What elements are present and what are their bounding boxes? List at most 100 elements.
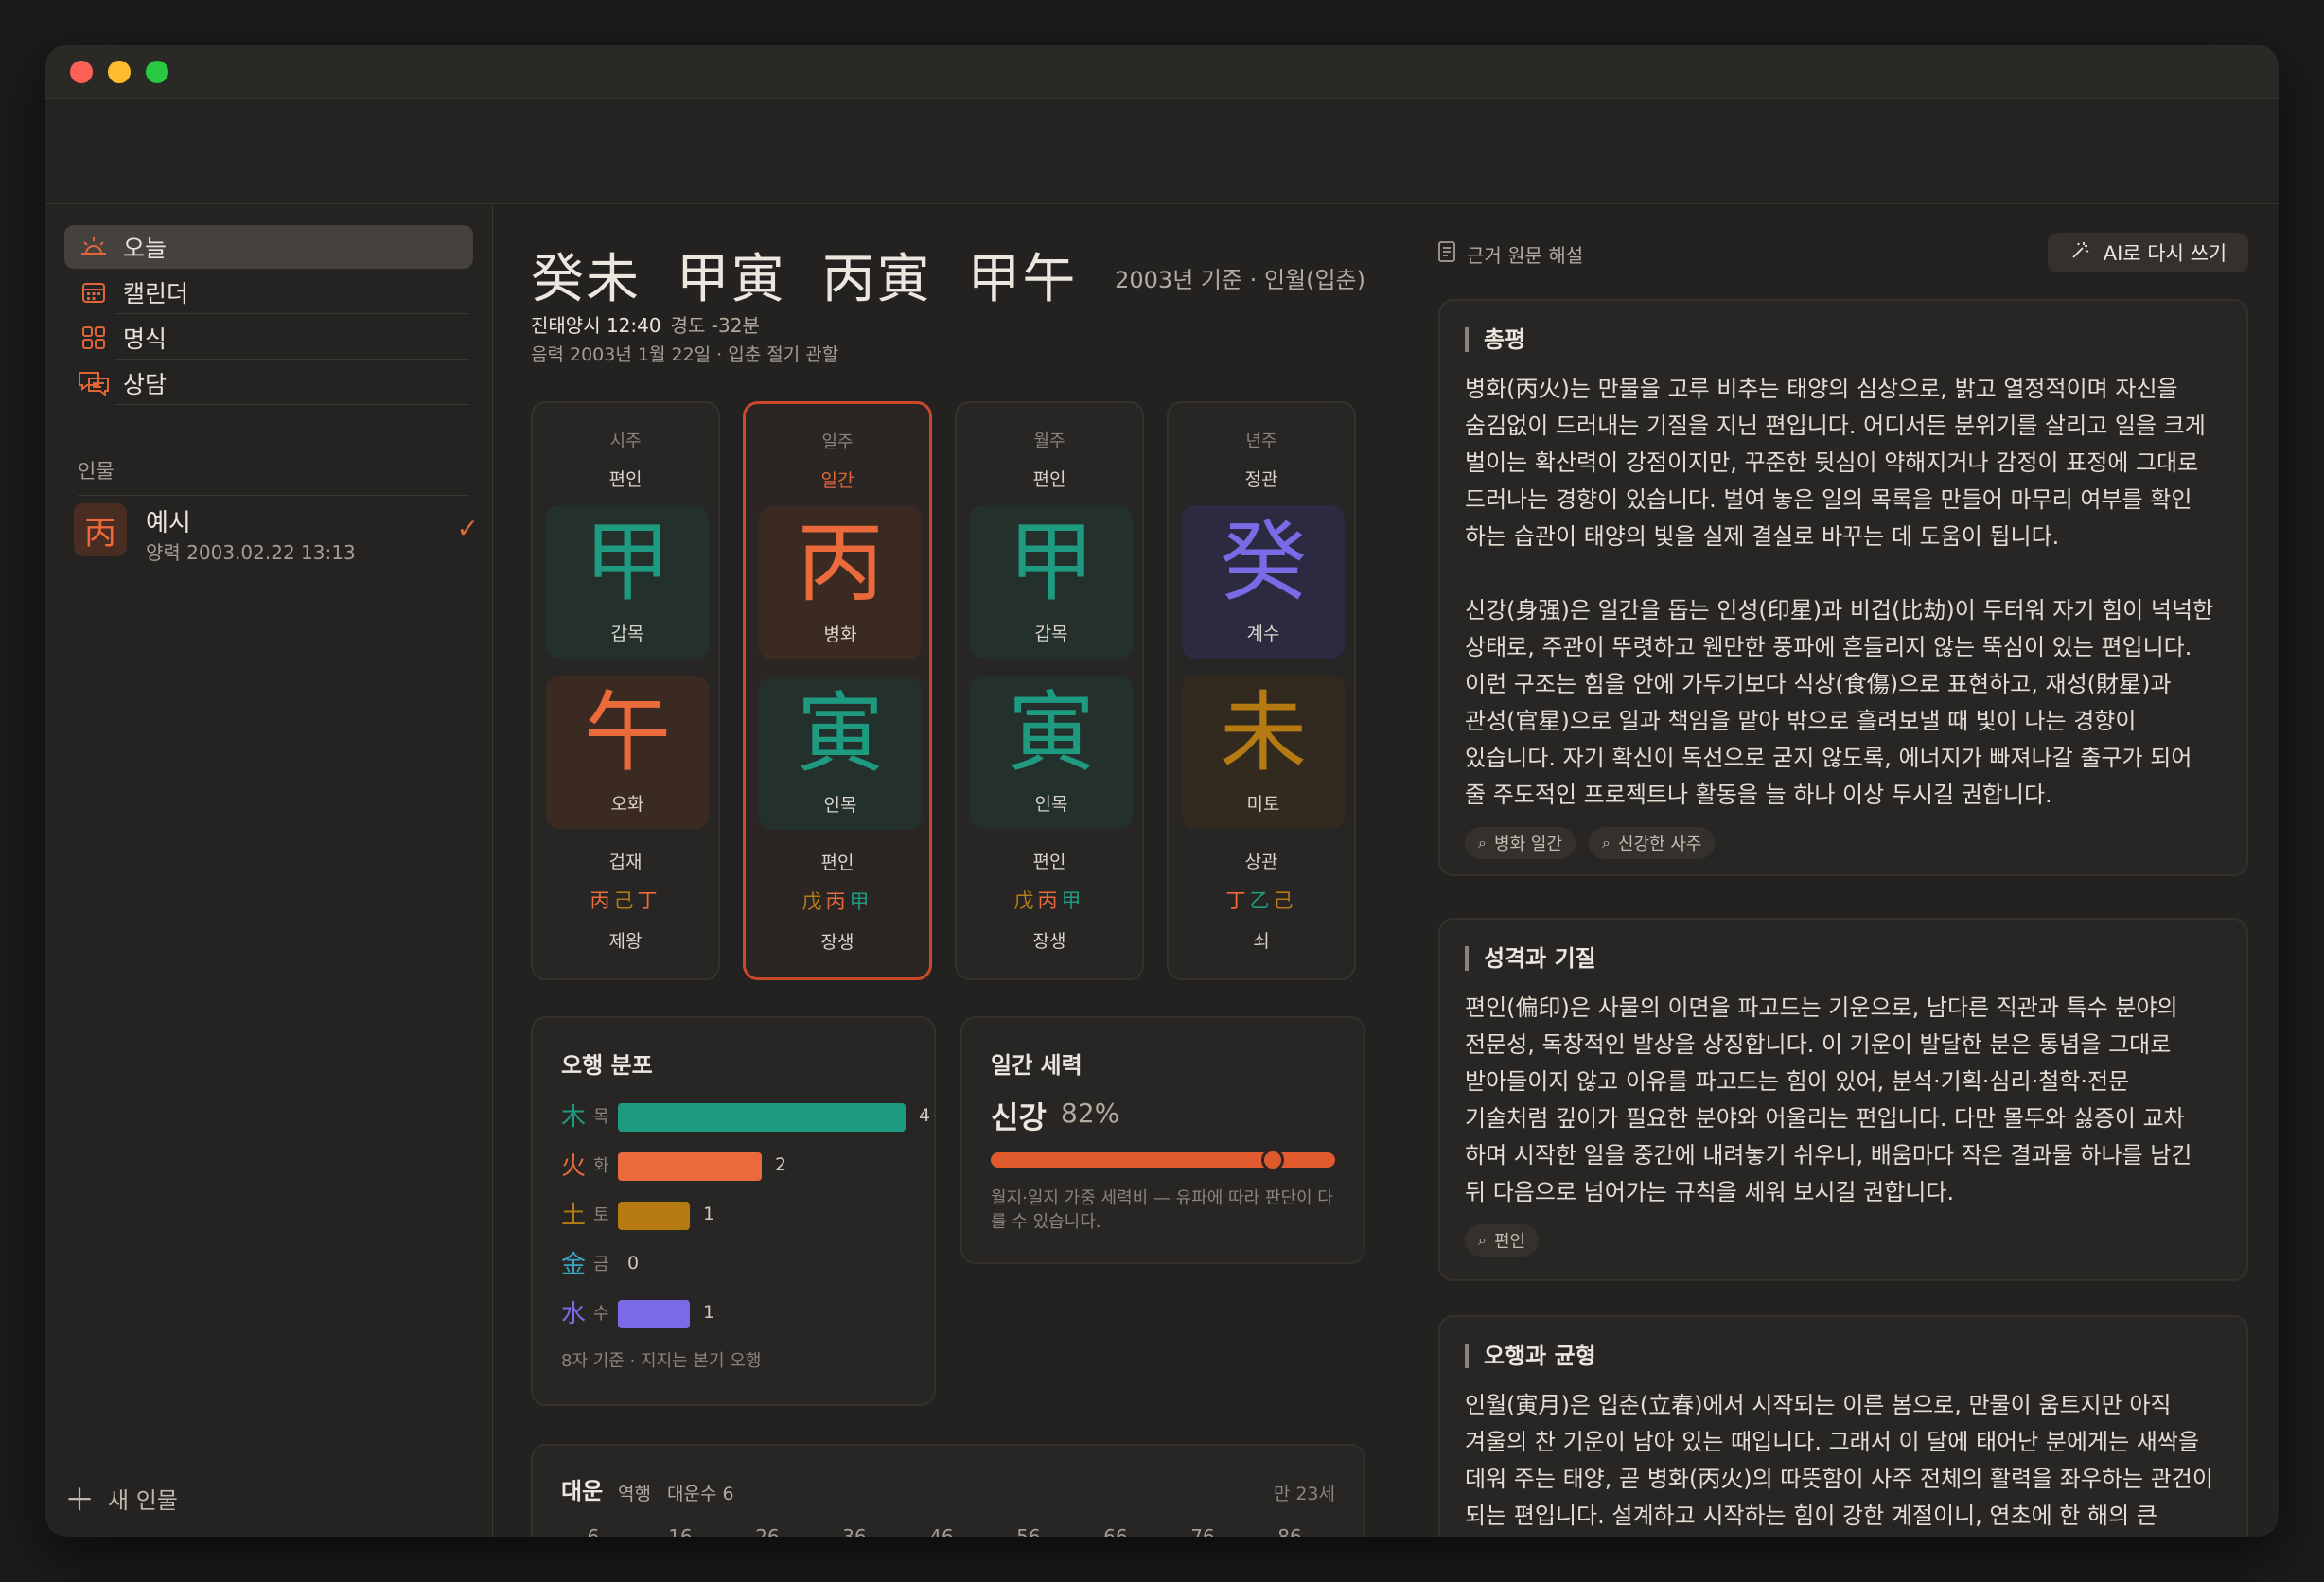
tag-list: ⌕ 편인 bbox=[1465, 1224, 1540, 1257]
solar-time-info: 진태양시 12:40 경도 -32분 bbox=[531, 310, 760, 338]
pillar-position: 년주 bbox=[1245, 431, 1277, 451]
new-person-button[interactable]: ＋ 새 인물 bbox=[64, 1476, 178, 1520]
tag-label: 편인 bbox=[1493, 1232, 1526, 1252]
pillar-position: 일주 bbox=[821, 432, 854, 452]
interpretation-section: 오행과 균형 인월(寅月)은 입춘(立春)에서 시작되는 이른 봄으로, 만물이… bbox=[1438, 1315, 2248, 1537]
search-icon: ⌕ bbox=[1478, 834, 1487, 852]
stem-hanja: 甲 bbox=[583, 512, 671, 613]
ohaeng-title: 오행 분포 bbox=[561, 1052, 653, 1079]
hidden-stem: 戊 bbox=[1013, 889, 1038, 912]
hidden-stem: 丁 bbox=[1225, 889, 1250, 912]
interpretation-section: 성격과 기질 편인(偏印)은 사물의 이면을 파고드는 기운으로, 남다른 직관… bbox=[1438, 918, 2248, 1281]
hidden-stem: 己 bbox=[1273, 889, 1297, 912]
pillar-stem-god: 정관 bbox=[1244, 469, 1278, 490]
longitude: 경도 -32분 bbox=[670, 314, 760, 337]
element-hanja: 土 bbox=[561, 1202, 587, 1230]
stem-hanja: 甲 bbox=[1007, 512, 1095, 613]
sidebar-item-consult[interactable]: 상담 bbox=[64, 361, 473, 405]
daeun-direction: 역행 bbox=[618, 1484, 651, 1504]
sidebar-item-calendar[interactable]: 캘린더 bbox=[64, 271, 473, 314]
sidebar-item-myeongsik[interactable]: 명식 bbox=[64, 316, 473, 360]
element-bar bbox=[618, 1152, 762, 1181]
hidden-stem: 丙 bbox=[825, 890, 850, 913]
element-count: 1 bbox=[703, 1302, 715, 1323]
close-window-button[interactable] bbox=[70, 61, 93, 83]
daeun-age-label: 66 bbox=[1103, 1525, 1128, 1537]
checkmark-icon: ✓ bbox=[456, 513, 479, 544]
reference-tag[interactable]: ⌕ 편인 bbox=[1465, 1224, 1540, 1257]
section-title: 오행과 균형 bbox=[1465, 1344, 1596, 1368]
branch-hanja: 寅 bbox=[796, 683, 884, 784]
element-bar bbox=[618, 1103, 906, 1132]
twelve-stage: 장생 bbox=[1032, 931, 1066, 952]
stem-reading: 계수 bbox=[1246, 624, 1280, 644]
element-bar-row: 火 화 2 bbox=[561, 1147, 959, 1181]
daeun-age-label: 16 bbox=[668, 1525, 693, 1537]
lunar-date-info: 음력 2003년 1월 22일 · 입춘 절기 관할 bbox=[531, 344, 839, 365]
zoom-window-button[interactable] bbox=[146, 61, 168, 83]
search-icon: ⌕ bbox=[1601, 834, 1611, 852]
document-icon bbox=[1438, 241, 1455, 267]
element-label: 금 bbox=[593, 1255, 609, 1274]
hidden-stems: 戊丙甲 bbox=[957, 886, 1142, 914]
twelve-stage: 제왕 bbox=[608, 931, 643, 952]
element-bar-row: 水 수 1 bbox=[561, 1294, 959, 1328]
search-icon: ⌕ bbox=[1478, 1231, 1487, 1249]
minimize-window-button[interactable] bbox=[108, 61, 131, 83]
twelve-stage: 장생 bbox=[820, 932, 854, 953]
pillar-card[interactable]: 일주 일간 丙 병화 寅 인목 편인 戊丙甲 장생 bbox=[743, 401, 932, 980]
panel-header: 근거 원문 해설 bbox=[1438, 240, 1583, 268]
reference-tag[interactable]: ⌕ 신강한 사주 bbox=[1588, 827, 1716, 859]
magic-wand-icon bbox=[2069, 240, 2090, 266]
solar-time: 진태양시 12:40 bbox=[531, 314, 661, 337]
hidden-stem: 甲 bbox=[849, 890, 873, 913]
new-person-label: 새 인물 bbox=[108, 1486, 178, 1514]
reference-tag[interactable]: ⌕ 병화 일간 bbox=[1465, 827, 1576, 859]
element-hanja: 火 bbox=[561, 1152, 587, 1181]
element-label: 수 bbox=[593, 1304, 609, 1324]
strength-card: 일간 세력 신강 82% 월지·일지 가중 세력비 — 유파에 따라 판단이 다… bbox=[960, 1016, 1365, 1264]
branch-hanja: 未 bbox=[1219, 682, 1307, 783]
hidden-stems: 丁乙己 bbox=[1169, 886, 1354, 914]
interpretation-panel: 근거 원문 해설 AI로 다시 쓰기 총평 병화(丙火)는 만물을 고루 비추는… bbox=[1404, 204, 2279, 1537]
sidebar-item-today[interactable]: 오늘 bbox=[64, 225, 473, 269]
section-body: 인월(寅月)은 입춘(立春)에서 시작되는 이른 봄으로, 만물이 움트지만 아… bbox=[1465, 1392, 2213, 1529]
person-list-item[interactable]: 丙 예시 양력 2003.02.22 13:13 ✓ bbox=[74, 503, 481, 571]
section-title: 성격과 기질 bbox=[1465, 946, 1596, 971]
pillar-card[interactable]: 월주 편인 甲 갑목 寅 인목 편인 戊丙甲 장생 bbox=[955, 401, 1144, 980]
pillar-position: 월주 bbox=[1033, 431, 1065, 451]
chat-icon bbox=[74, 369, 114, 397]
element-label: 토 bbox=[593, 1205, 609, 1225]
branch-reading: 미토 bbox=[1246, 794, 1280, 815]
element-label: 화 bbox=[593, 1156, 609, 1176]
strength-note: 월지·일지 가중 세력비 — 유파에 따라 판단이 다를 수 있습니다. bbox=[991, 1188, 1333, 1233]
heavenly-stem-cell: 丙 병화 bbox=[759, 506, 922, 659]
ai-rewrite-button[interactable]: AI로 다시 쓰기 bbox=[2048, 233, 2248, 272]
hidden-stem: 戊 bbox=[801, 890, 826, 913]
hidden-stem: 丙 bbox=[590, 889, 614, 912]
branch-god: 편인 bbox=[1032, 852, 1066, 872]
section-body: 편인(偏印)은 사물의 이면을 파고드는 기운으로, 남다른 직관과 특수 분야… bbox=[1465, 994, 2192, 1205]
person-birth-date: 양력 2003.02.22 13:13 bbox=[146, 541, 356, 564]
daeun-card: 대운 역행 대운수 6 만 23세 6癸16壬26辛36庚46己56戊66丁76… bbox=[531, 1444, 1365, 1537]
interpretation-section: 총평 병화(丙火)는 만물을 고루 비추는 태양의 심상으로, 밝고 열정적이며… bbox=[1438, 299, 2248, 876]
title-bar bbox=[45, 45, 2279, 99]
page-title: 癸未 甲寅 丙寅 甲午 bbox=[531, 249, 1078, 310]
daeun-age-label: 46 bbox=[929, 1525, 954, 1537]
plus-icon: ＋ bbox=[64, 1482, 96, 1518]
heavenly-stem-cell: 癸 계수 bbox=[1182, 505, 1345, 659]
sun-icon bbox=[74, 233, 114, 261]
sidebar: 오늘 캘린더 명식 상담 인물 丙 예시 양력 2003.02.22 13:13… bbox=[45, 204, 493, 1537]
element-bar bbox=[618, 1202, 690, 1230]
grid-icon bbox=[74, 324, 114, 352]
hidden-stems: 丙己丁 bbox=[533, 886, 718, 914]
pillar-card[interactable]: 시주 편인 甲 갑목 午 오화 겁재 丙己丁 제왕 bbox=[531, 401, 720, 980]
stem-hanja: 丙 bbox=[796, 513, 884, 614]
sidebar-item-label: 오늘 bbox=[123, 235, 167, 262]
pillar-card[interactable]: 년주 정관 癸 계수 未 미토 상관 丁乙己 쇠 bbox=[1167, 401, 1356, 980]
person-name: 예시 bbox=[146, 509, 191, 537]
section-body: 병화(丙火)는 만물을 고루 비추는 태양의 심상으로, 밝고 열정적이며 자신… bbox=[1465, 376, 2214, 808]
tag-label: 병화 일간 bbox=[1493, 835, 1562, 854]
earthly-branch-cell: 午 오화 bbox=[546, 676, 709, 829]
element-count: 0 bbox=[627, 1253, 640, 1274]
